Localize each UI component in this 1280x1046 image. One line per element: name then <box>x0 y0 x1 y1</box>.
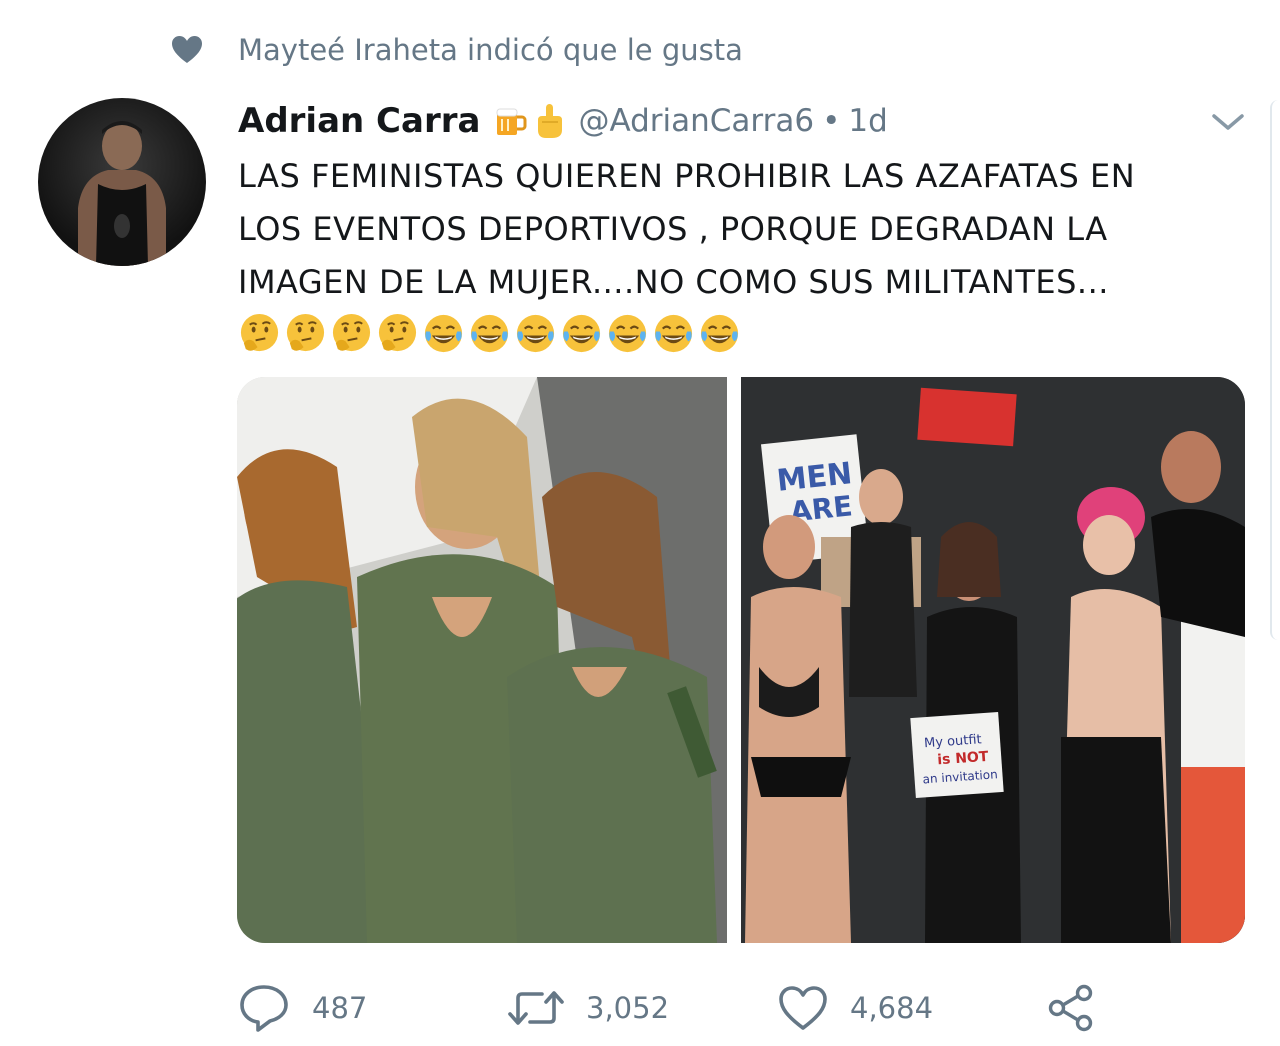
promo-models-photo[interactable] <box>237 377 727 943</box>
separator-dot: • <box>822 103 841 139</box>
heart-outline-icon <box>779 986 827 1030</box>
tears-of-joy-emoji <box>608 314 647 353</box>
tweet-emoji-row <box>238 312 741 358</box>
reply-button[interactable]: 487 <box>238 978 367 1038</box>
beer-mug-emoji <box>492 103 528 139</box>
tweet-header: Adrian Carra @AdrianCarra6 • 1d <box>238 96 888 146</box>
tweet-actions: 487 3,052 4,684 <box>238 978 1118 1038</box>
social-context: Mayteé Iraheta indicó que le gusta <box>170 28 743 72</box>
avatar[interactable] <box>38 98 206 266</box>
media-divider <box>727 377 741 943</box>
reply-icon <box>240 985 288 1032</box>
retweet-count: 3,052 <box>586 991 670 1025</box>
thinking-face-emoji <box>240 313 279 352</box>
reply-count: 487 <box>312 991 368 1025</box>
thinking-face-emoji <box>378 313 417 352</box>
share-icon <box>1048 984 1093 1032</box>
tears-of-joy-emoji <box>424 314 463 353</box>
tears-of-joy-emoji <box>562 314 601 353</box>
author-handle[interactable]: @AdrianCarra6 <box>578 103 814 139</box>
chevron-down-icon[interactable] <box>1208 106 1248 138</box>
tears-of-joy-emoji <box>516 314 555 353</box>
protest-photo[interactable]: MEN ARE My outfit is NOT an invitation <box>741 377 1245 943</box>
thinking-face-emoji <box>332 313 371 352</box>
scroll-edge <box>1270 100 1280 640</box>
liked-by-text[interactable]: Mayteé Iraheta indicó que le gusta <box>238 28 743 72</box>
tweet-text: LAS FEMINISTAS QUIEREN PROHIBIR LAS AZAF… <box>238 157 1136 301</box>
like-button[interactable]: 4,684 <box>778 978 933 1038</box>
like-count: 4,684 <box>850 991 934 1025</box>
middle-finger-emoji <box>534 102 564 140</box>
tears-of-joy-emoji <box>700 314 739 353</box>
retweet-button[interactable]: 3,052 <box>508 978 669 1038</box>
author-name[interactable]: Adrian Carra <box>238 101 480 141</box>
tweet-time[interactable]: 1d <box>848 103 887 139</box>
thinking-face-emoji <box>286 313 325 352</box>
share-button[interactable] <box>1046 978 1096 1038</box>
tweet-screen: Mayteé Iraheta indicó que le gusta Adria… <box>0 0 1280 1046</box>
retweet-icon <box>508 991 564 1025</box>
tears-of-joy-emoji <box>470 314 509 353</box>
tweet-media[interactable]: MEN ARE My outfit is NOT an invitation <box>237 377 1245 943</box>
tears-of-joy-emoji <box>654 314 693 353</box>
heart-icon <box>170 33 204 67</box>
